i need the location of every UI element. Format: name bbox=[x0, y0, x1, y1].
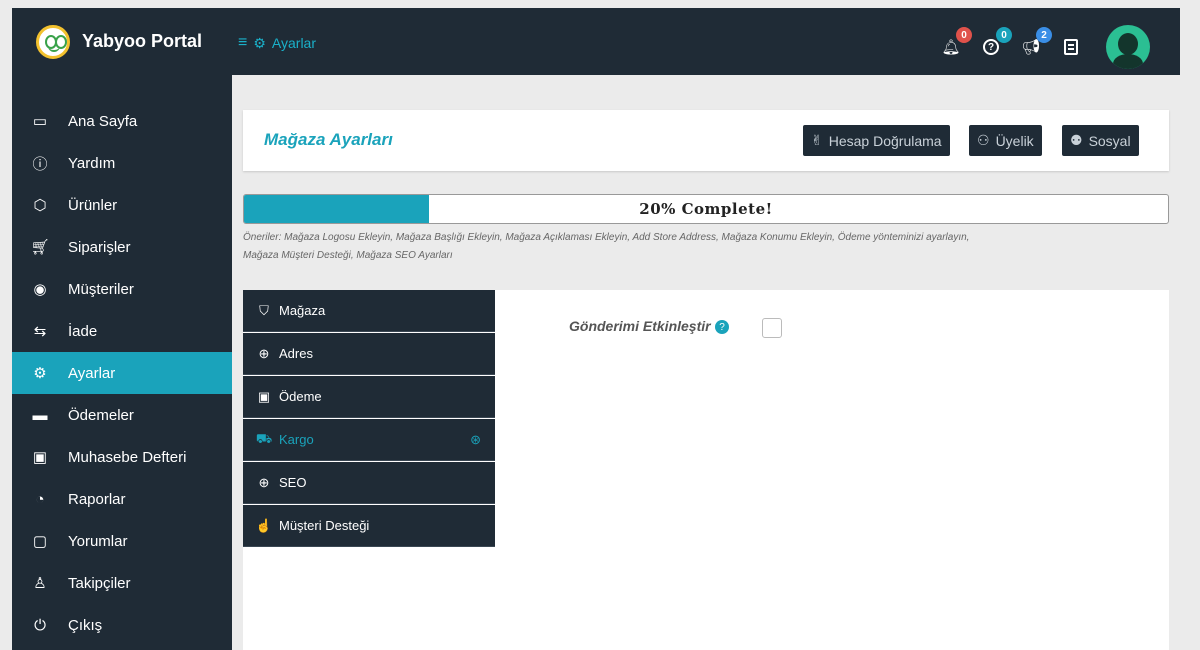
help-icon: ⓘ bbox=[32, 155, 48, 173]
power-icon: ⏻ bbox=[34, 616, 46, 634]
return-icon: ⇆ bbox=[33, 323, 47, 340]
help-tooltip-icon[interactable]: ? bbox=[715, 320, 729, 334]
pie-icon: ◔ bbox=[35, 490, 45, 508]
topbar-actions: 🔔︎ 0 ? 0 📢︎ 2 bbox=[940, 25, 1150, 69]
globe-icon: ⊕ bbox=[258, 474, 270, 490]
sidebar-item-yardim[interactable]: ⓘ Yardım bbox=[12, 142, 232, 184]
breadcrumb: ≡ ⚙ Ayarlar bbox=[238, 34, 316, 52]
sosyal-button[interactable]: ⚉ Sosyal bbox=[1062, 125, 1139, 156]
shirt-icon: ♙ bbox=[33, 575, 47, 592]
sidebar-item-label: Çıkış bbox=[68, 616, 103, 634]
sidebar-item-label: İade bbox=[68, 322, 98, 340]
user-icon: ◉ bbox=[33, 281, 47, 298]
sidebar-item-label: Ayarlar bbox=[68, 364, 116, 382]
tab-label: Müşteri Desteği bbox=[279, 518, 370, 533]
help-circle-icon[interactable]: ? 0 bbox=[980, 27, 1012, 58]
top-navbar: Yabyoo Portal ≡ ⚙ Ayarlar 🔔︎ 0 ? 0 📢︎ 2 bbox=[12, 8, 1180, 75]
suggestions-text: Öneriler: Mağaza Logosu Ekleyin, Mağaza … bbox=[243, 232, 970, 261]
sidebar-item-siparisler[interactable]: 🛒︎ Siparişler bbox=[12, 226, 232, 268]
thumbs-up-icon: ☝ bbox=[255, 517, 273, 533]
money-icon: ▣ bbox=[257, 388, 271, 404]
sidebar-item-yorumlar[interactable]: ▢ Yorumlar bbox=[12, 520, 232, 562]
sidebar: ▭ Ana Sayfa ⓘ Yardım ⬡ Ürünler 🛒︎ Sipari… bbox=[12, 75, 232, 650]
shopping-bag-icon: ⛉ bbox=[259, 302, 269, 318]
tab-label: Mağaza bbox=[279, 303, 326, 318]
uyelik-button[interactable]: ⚇ Üyelik bbox=[969, 125, 1042, 156]
hesap-dogrulama-button[interactable]: ✌︎ Hesap Doğrulama bbox=[803, 125, 950, 156]
enable-shipping-checkbox[interactable] bbox=[762, 318, 782, 338]
sidebar-item-label: Raporlar bbox=[68, 490, 126, 508]
page-header: Mağaza Ayarları ✌︎ Hesap Doğrulama ⚇ Üye… bbox=[243, 110, 1169, 171]
tab-label: Ödeme bbox=[279, 389, 322, 404]
announcement-count-badge: 2 bbox=[1036, 27, 1052, 43]
cart-icon: 🛒︎ bbox=[30, 239, 50, 256]
money-icon: ▣ bbox=[32, 449, 48, 466]
sidebar-item-label: Muhasebe Defteri bbox=[68, 448, 187, 466]
tab-magaza[interactable]: ⛉ Mağaza bbox=[243, 290, 495, 332]
notification-count-badge: 0 bbox=[956, 27, 972, 43]
brand-name: Yabyoo Portal bbox=[82, 31, 203, 51]
sidebar-item-muhasebe-defteri[interactable]: ▣ Muhasebe Defteri bbox=[12, 436, 232, 478]
settings-panel: ⛉ Mağaza ⊕ Adres ▣ Ödeme ⛟ Kargo ⊛ ⊕ SEO… bbox=[243, 290, 1169, 650]
sidebar-item-label: Ödemeler bbox=[68, 406, 134, 424]
sidebar-item-label: Takipçiler bbox=[68, 574, 131, 592]
sidebar-item-label: Yardım bbox=[68, 154, 116, 172]
arrow-right-icon: ⊛ bbox=[470, 431, 481, 447]
sidebar-item-urunler[interactable]: ⬡ Ürünler bbox=[12, 184, 232, 226]
button-label: Hesap Doğrulama bbox=[828, 132, 942, 149]
brand-logo-icon bbox=[36, 24, 70, 59]
truck-icon: ⛟ bbox=[255, 430, 273, 446]
sidebar-item-label: Ana Sayfa bbox=[68, 112, 138, 130]
page-title: Mağaza Ayarları bbox=[264, 130, 393, 149]
brand[interactable]: Yabyoo Portal bbox=[12, 8, 232, 75]
document-icon[interactable] bbox=[1060, 36, 1082, 58]
sidebar-item-raporlar[interactable]: ◔ Raporlar bbox=[12, 478, 232, 520]
sidebar-item-label: Yorumlar bbox=[68, 532, 128, 550]
tab-musteri-destegi[interactable]: ☝ Müşteri Desteği bbox=[243, 505, 495, 547]
tab-seo[interactable]: ⊕ SEO bbox=[243, 462, 495, 504]
tab-label: Kargo bbox=[279, 432, 314, 447]
tab-kargo[interactable]: ⛟ Kargo ⊛ bbox=[243, 419, 495, 461]
sidebar-item-label: Siparişler bbox=[68, 238, 131, 256]
tab-adres[interactable]: ⊕ Adres bbox=[243, 333, 495, 375]
tab-label: SEO bbox=[279, 475, 307, 490]
box-icon: ⬡ bbox=[33, 197, 47, 214]
globe-icon: ⊕ bbox=[258, 345, 270, 361]
card-icon: ▬ bbox=[32, 406, 48, 424]
button-label: Sosyal bbox=[1088, 132, 1131, 149]
gears-icon: ⚙ bbox=[33, 365, 47, 382]
user-avatar[interactable] bbox=[1106, 25, 1150, 69]
gears-icon: ⚙ bbox=[253, 34, 266, 51]
laptop-icon: ▭ bbox=[32, 113, 48, 130]
megaphone-icon[interactable]: 📢︎ 2 bbox=[1020, 27, 1052, 58]
menu-toggle-icon[interactable]: ≡ bbox=[238, 34, 247, 52]
progress-label: 20% Complete! bbox=[639, 200, 773, 218]
sidebar-item-odemeler[interactable]: ▬ Ödemeler bbox=[12, 394, 232, 436]
sidebar-item-ayarlar[interactable]: ⚙ Ayarlar bbox=[12, 352, 232, 394]
enable-shipping-label: Gönderimi Etkinleştir bbox=[569, 318, 711, 334]
button-label: Üyelik bbox=[995, 132, 1034, 149]
tab-label: Adres bbox=[279, 346, 313, 361]
comment-icon: ▢ bbox=[32, 533, 48, 550]
victory-hand-icon: ✌︎ bbox=[811, 132, 823, 148]
sidebar-item-label: Müşteriler bbox=[68, 280, 134, 298]
users-icon: ⚉ bbox=[1070, 132, 1083, 148]
user-add-icon: ⚇ bbox=[977, 132, 990, 148]
sidebar-item-label: Ürünler bbox=[68, 196, 118, 214]
breadcrumb-label: Ayarlar bbox=[271, 35, 316, 51]
notification-bell-icon[interactable]: 🔔︎ 0 bbox=[940, 27, 972, 58]
sidebar-item-ana-sayfa[interactable]: ▭ Ana Sayfa bbox=[12, 100, 232, 142]
sidebar-item-cikis[interactable]: ⏻ Çıkış bbox=[12, 604, 232, 646]
help-count-badge: 0 bbox=[996, 27, 1012, 43]
profile-progress-bar: 20% Complete! bbox=[243, 194, 1169, 224]
sidebar-item-musteriler[interactable]: ◉ Müşteriler bbox=[12, 268, 232, 310]
sidebar-item-takipciler[interactable]: ♙ Takipçiler bbox=[12, 562, 232, 604]
tab-odeme[interactable]: ▣ Ödeme bbox=[243, 376, 495, 418]
sidebar-item-iade[interactable]: ⇆ İade bbox=[12, 310, 232, 352]
